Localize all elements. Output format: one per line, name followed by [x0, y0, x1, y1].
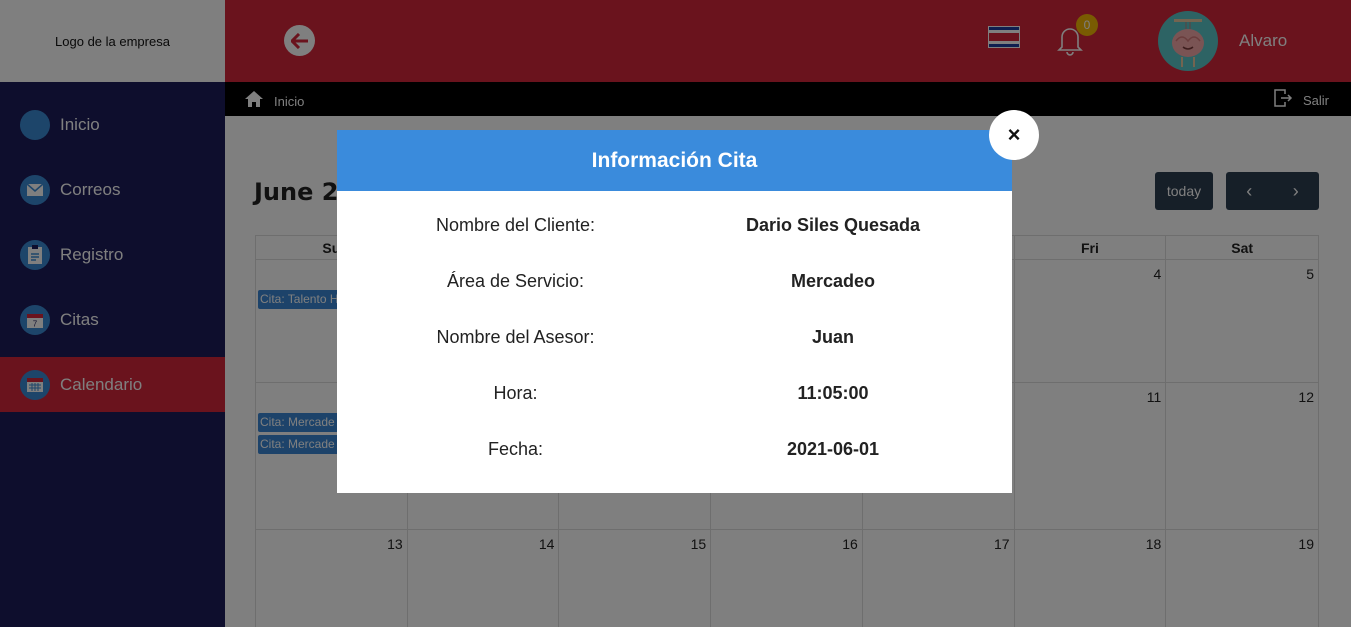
modal-field-row: Nombre del Cliente: Dario Siles Quesada	[337, 215, 1012, 245]
app-root: Logo de la empresa Inicio Correos Regist…	[0, 0, 1351, 627]
modal-field-row: Hora: 11:05:00	[337, 383, 1012, 413]
field-label-advisor-name: Nombre del Asesor:	[436, 327, 595, 347]
field-label-time: Hora:	[493, 383, 538, 403]
modal-field-row: Nombre del Asesor: Juan	[337, 327, 1012, 357]
field-value-advisor-name: Juan	[811, 327, 854, 347]
appointment-info-modal: Información Cita Nombre del Cliente: Dar…	[337, 130, 1012, 493]
field-value-client-name: Dario Siles Quesada	[745, 215, 921, 235]
modal-title: Información Cita	[337, 130, 1012, 191]
close-button[interactable]: ×	[989, 110, 1039, 160]
field-label-client-name: Nombre del Cliente:	[435, 215, 596, 235]
field-value-time: 11:05:00	[797, 383, 869, 403]
modal-field-row: Área de Servicio: Mercadeo	[337, 271, 1012, 301]
field-label-date: Fecha:	[487, 439, 544, 459]
close-icon: ×	[1007, 122, 1021, 147]
field-value-service-area: Mercadeo	[790, 271, 876, 291]
field-value-date: 2021-06-01	[786, 439, 880, 459]
field-label-service-area: Área de Servicio:	[446, 271, 585, 291]
modal-field-row: Fecha: 2021-06-01	[337, 439, 1012, 469]
